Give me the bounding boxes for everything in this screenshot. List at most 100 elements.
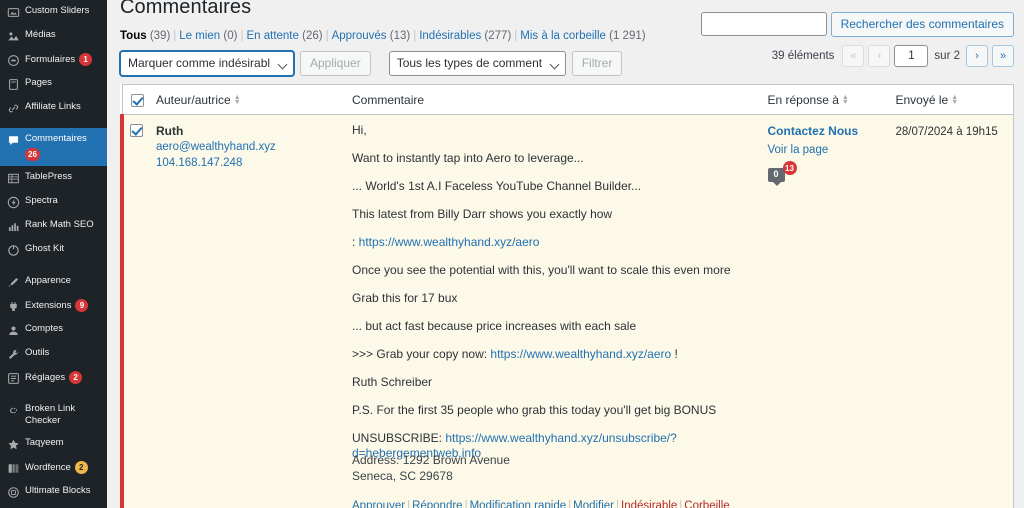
link-icon [6, 101, 20, 115]
comment-type-select[interactable]: Tous les types de comment [388, 50, 566, 76]
search-and-pagination: Rechercher des commentaires 39 éléments … [700, 12, 1014, 67]
filter-button[interactable]: Filtrer [571, 50, 623, 76]
filter-link-label[interactable]: Approuvés [332, 30, 387, 42]
sidebar-item-commentaires[interactable]: Commentaires 26 [0, 128, 107, 166]
ghost-icon [6, 243, 20, 257]
filter-le-mien[interactable]: Le mien (0) [179, 30, 237, 42]
comment-paragraph: Grab this for 17 bux [352, 291, 458, 305]
filter-count: (1 291) [609, 30, 646, 42]
sidebar-item-outils[interactable]: Outils [0, 342, 107, 366]
comment-type-select-wrap[interactable]: Tous les types de comment [388, 50, 566, 76]
filter-link-label[interactable]: Indésirables [419, 30, 481, 42]
tools-icon [6, 347, 20, 361]
filter-approuv-s[interactable]: Approuvés (13) [332, 30, 411, 42]
author-cell: Ruth aero@wealthyhand.xyz 104.168.147.248 [148, 114, 344, 508]
sidebar-item-comptes[interactable]: Comptes [0, 318, 107, 342]
filter-count: (277) [484, 30, 512, 42]
sidebar-item-label: Formulaires [25, 53, 76, 65]
total-pages-label: sur 2 [934, 50, 960, 62]
blocks-icon [6, 485, 20, 499]
response-cell: Contactez Nous Voir la page 0 13 [759, 114, 888, 508]
column-header-date[interactable]: Envoyé le ▲ ▼ [887, 84, 1014, 115]
displaying-count: 39 éléments [771, 50, 835, 62]
sidebar-item-rank-math-seo[interactable]: Rank Math SEO [0, 214, 107, 238]
sidebar-item-label: Pages [25, 77, 52, 88]
comment-paragraph: : https://www.wealthyhand.xyz/aero [352, 235, 540, 249]
sidebar-item-formulaires[interactable]: Formulaires 1 [0, 48, 107, 72]
search-input[interactable] [700, 12, 827, 36]
column-header-author-label: Auteur/autrice [156, 92, 231, 107]
filter-link-label[interactable]: Mis à la corbeille [520, 30, 606, 42]
current-page-input[interactable]: 1 [894, 45, 929, 67]
sidebar-item-extensions[interactable]: Extensions 9 [0, 294, 107, 318]
row-action-modifier[interactable]: Modifier [573, 500, 614, 508]
filter-separator: | [413, 30, 417, 42]
row-action-approuver[interactable]: Approuver [352, 500, 405, 508]
table-row: Ruth aero@wealthyhand.xyz 104.168.147.248 H… [120, 114, 1014, 508]
forms-icon [6, 53, 20, 67]
column-header-author[interactable]: Auteur/autrice ▲ ▼ [148, 84, 344, 115]
column-header-comment: Commentaire [344, 84, 760, 115]
filter-ind-sirables[interactable]: Indésirables (277) [419, 30, 511, 42]
sidebar-item-spectra[interactable]: Spectra [0, 190, 107, 214]
filter-tous[interactable]: Tous (39) [120, 30, 170, 42]
sidebar-item-label: Extensions [25, 299, 72, 311]
comment-paragraph: ... but act fast because price increases… [352, 319, 637, 333]
filter-count: (39) [149, 30, 171, 42]
sidebar-item-sahifa[interactable]: Sahifa [0, 504, 107, 508]
sidebar-item-label: TablePress [25, 171, 72, 182]
sidebar-item-broken-link-checker[interactable]: Broken Link Checker [0, 398, 107, 432]
sidebar-item-label: Custom Sliders [25, 5, 90, 16]
filter-en-attente[interactable]: En attente (26) [246, 30, 322, 42]
response-view-link[interactable]: Voir la page [768, 142, 880, 159]
bulk-action-select[interactable]: Marquer comme indésirabl [120, 50, 294, 76]
sidebar-item-m-dias[interactable]: Médias [0, 24, 107, 48]
row-action-r-pondre[interactable]: Répondre [412, 500, 463, 508]
last-page-button[interactable]: » [992, 45, 1014, 67]
sidebar-item-badge: 26 [25, 148, 40, 161]
sidebar-item-r-glages[interactable]: Réglages 2 [0, 366, 107, 390]
filter-link-label[interactable]: En attente [246, 30, 298, 42]
next-page-button[interactable]: › [966, 45, 988, 67]
pages-icon [6, 77, 20, 91]
sidebar-item-wordfence[interactable]: Wordfence 2 [0, 456, 107, 480]
filter-separator: | [325, 30, 329, 42]
sidebar-item-ghost-kit[interactable]: Ghost Kit [0, 238, 107, 262]
comment-bubble-icon[interactable]: 0 [767, 167, 785, 186]
address-line-2: Seneca, SC 29678 [352, 469, 453, 483]
comment-link[interactable]: https://www.wealthyhand.xyz/aero [359, 235, 540, 249]
filter-mis-la-corbeille[interactable]: Mis à la corbeille (1 291) [520, 30, 645, 42]
plugin-icon [6, 299, 20, 313]
sidebar-item-custom-sliders[interactable]: Custom Sliders [0, 0, 107, 24]
row-action-corbeille[interactable]: Corbeille [684, 500, 729, 508]
author-email[interactable]: aero@wealthyhand.xyz [156, 140, 336, 156]
sidebar-item-label: Médias [25, 29, 56, 40]
filter-link-label[interactable]: Tous [120, 30, 147, 42]
row-action-ind-sirable[interactable]: Indésirable [621, 500, 677, 508]
author-ip[interactable]: 104.168.147.248 [156, 156, 336, 172]
select-all-checkbox[interactable] [130, 93, 144, 107]
sidebar-item-apparence[interactable]: Apparence [0, 270, 107, 294]
row-checkbox[interactable] [130, 124, 143, 137]
bulk-action-select-wrap[interactable]: Marquer comme indésirabl [120, 50, 294, 76]
sidebar-item-taqyeem[interactable]: Taqyeem [0, 432, 107, 456]
sidebar-separator [0, 262, 107, 270]
filter-link-label[interactable]: Le mien [179, 30, 220, 42]
comment-link[interactable]: https://www.wealthyhand.xyz/aero [490, 347, 671, 361]
search-submit-button[interactable]: Rechercher des commentaires [830, 12, 1014, 37]
response-post-link[interactable]: Contactez Nous [768, 123, 880, 140]
media-icon [6, 29, 20, 43]
column-header-response[interactable]: En réponse à ▲ ▼ [759, 84, 888, 115]
sidebar-item-ultimate-blocks[interactable]: Ultimate Blocks [0, 480, 107, 504]
row-action-modification-rapide[interactable]: Modification rapide [470, 500, 567, 508]
filter-separator: | [514, 30, 518, 42]
apply-button[interactable]: Appliquer [300, 50, 371, 76]
sidebar-item-label: Spectra [25, 195, 58, 206]
main-content: Commentaires Tous (39) | Le mien (0) | En at… [107, 0, 1024, 508]
post-comment-count-wrapper[interactable]: 0 13 [767, 161, 797, 186]
sidebar-item-pages[interactable]: Pages [0, 72, 107, 96]
sidebar-item-label: Affiliate Links [25, 101, 81, 112]
sidebar-item-affiliate-links[interactable]: Affiliate Links [0, 96, 107, 120]
date-cell: 28/07/2024 à 19h15 [887, 114, 1014, 508]
sidebar-item-tablepress[interactable]: TablePress [0, 166, 107, 190]
